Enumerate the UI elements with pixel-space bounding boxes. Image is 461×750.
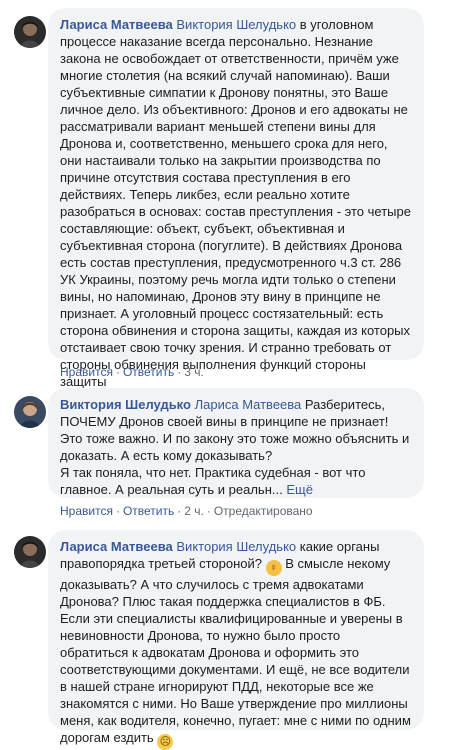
see-more-link[interactable]: Ещё: [286, 482, 313, 497]
comment-mention[interactable]: Лариса Матвеева: [195, 397, 302, 412]
comment-text-2: Я так поняла, что нет. Практика судебная…: [60, 465, 366, 497]
comment-text-second-paragraph: Я так поняла, что нет. Практика судебная…: [60, 464, 412, 498]
comment-author[interactable]: Виктория Шелудько: [60, 397, 191, 412]
comment-text-continued: В смысле некому доказывать? А что случил…: [60, 556, 411, 745]
comment-author[interactable]: Лариса Матвеева: [60, 539, 173, 554]
comment-time[interactable]: 2 ч.: [184, 504, 204, 518]
comment-mention[interactable]: Виктория Шелудько: [176, 539, 296, 554]
reply-button[interactable]: Ответить: [123, 504, 174, 518]
like-button[interactable]: Нравится: [60, 504, 113, 518]
woman-shrugging-emoji-icon: ♀: [265, 560, 282, 576]
comment-mention[interactable]: Виктория Шелудько: [176, 17, 296, 32]
like-button[interactable]: Нравится: [60, 365, 113, 379]
comment-actions: Нравится · Ответить · 3 ч.: [60, 365, 204, 379]
sad-face-emoji-icon: ☹: [157, 734, 174, 750]
avatar-larisa-image: [14, 536, 46, 568]
comment-bubble: Лариса Матвеева Виктория Шелудько в угол…: [48, 8, 424, 389]
avatar-larisa[interactable]: [14, 16, 46, 48]
avatar-larisa[interactable]: [14, 536, 46, 568]
avatar-larisa-image: [14, 16, 46, 48]
avatar-viktoria-image: [14, 396, 46, 428]
comment-time[interactable]: 3 ч.: [184, 365, 204, 379]
avatar-viktoria[interactable]: [14, 396, 46, 428]
comment-actions: Нравится · Ответить · 2 ч. · Отредактировано: [60, 504, 313, 518]
edited-label[interactable]: Отредактировано: [214, 504, 313, 518]
comment-bubble: Лариса Матвеева Виктория Шелудько какие …: [48, 530, 424, 750]
comment-text: в уголовном процессе наказание всегда пе…: [60, 17, 411, 389]
comment-bubble: Виктория Шелудько Лариса Матвеева Разбер…: [48, 388, 424, 498]
reply-button[interactable]: Ответить: [123, 365, 174, 379]
comment-author[interactable]: Лариса Матвеева: [60, 17, 173, 32]
